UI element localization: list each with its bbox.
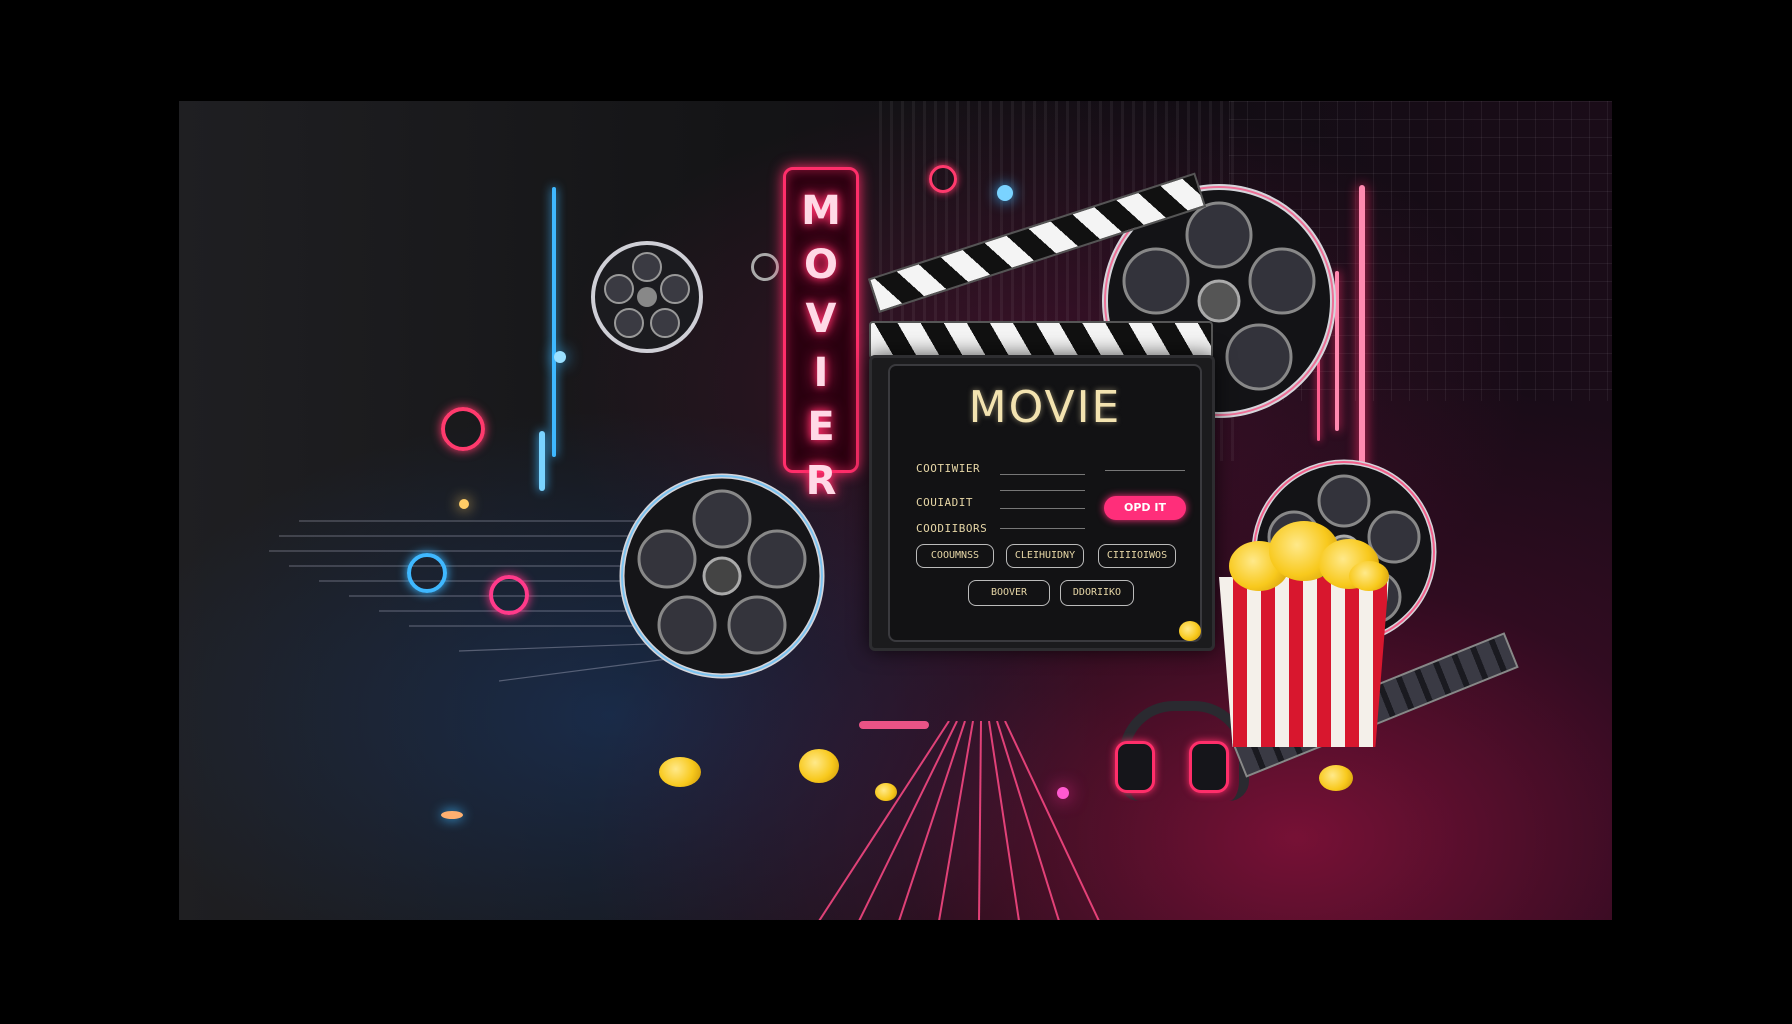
light-dot bbox=[997, 185, 1013, 201]
form-field-line[interactable] bbox=[1000, 508, 1085, 509]
form-label: COUIADIT bbox=[916, 496, 973, 509]
popcorn-kernel bbox=[1179, 621, 1201, 641]
sign-text: MOVIER bbox=[801, 188, 841, 504]
clapperboard-icon: MOVIE COOTIWIER COUIADIT OPD IT COODIIBO… bbox=[867, 172, 1215, 651]
clapper-board: MOVIE COOTIWIER COUIADIT OPD IT COODIIBO… bbox=[869, 355, 1215, 651]
secondary-button[interactable]: DDORIIKO bbox=[1060, 580, 1134, 606]
popcorn-kernel bbox=[799, 749, 839, 783]
light-dot bbox=[554, 351, 566, 363]
neon-bar bbox=[552, 187, 556, 457]
movier-neon-sign: MOVIER bbox=[783, 167, 859, 504]
neon-bar bbox=[539, 431, 545, 491]
popcorn-kernel bbox=[1319, 765, 1353, 791]
ring-icon bbox=[751, 253, 779, 281]
film-reel-icon bbox=[591, 241, 703, 353]
light-dot bbox=[459, 499, 469, 509]
ring-icon bbox=[929, 165, 957, 193]
movie-artwork: MOVIER MOVIE COOTIWIER COUIADIT OPD IT C… bbox=[179, 101, 1612, 920]
option-button[interactable]: CIIIIOIWOS bbox=[1098, 544, 1176, 568]
clapper-top-stripe bbox=[869, 321, 1213, 359]
floor-neon-lines bbox=[818, 721, 1100, 920]
ring-icon bbox=[441, 407, 485, 451]
open-button[interactable]: OPD IT bbox=[1104, 496, 1186, 520]
popcorn-kernel bbox=[659, 757, 701, 787]
popcorn-icon bbox=[1219, 577, 1389, 747]
form-field-line[interactable] bbox=[1105, 470, 1185, 471]
ring-icon bbox=[407, 553, 447, 593]
option-button[interactable]: COOUMNSS bbox=[916, 544, 994, 568]
popcorn-kernel bbox=[875, 783, 897, 801]
popcorn-kernel bbox=[1349, 561, 1389, 591]
form-field-line[interactable] bbox=[1000, 528, 1085, 529]
form-field-line[interactable] bbox=[1000, 490, 1085, 491]
discover-button[interactable]: BOOVER bbox=[968, 580, 1050, 606]
form-label: COOTIWIER bbox=[916, 462, 981, 475]
form-field-line[interactable] bbox=[1000, 474, 1085, 475]
light-dot bbox=[1057, 787, 1069, 799]
headphone-cup bbox=[1115, 741, 1155, 793]
film-reel-icon bbox=[619, 473, 825, 679]
form-label: COODIIBORS bbox=[916, 522, 988, 535]
option-button[interactable]: CLEIHUIDNY bbox=[1006, 544, 1084, 568]
headphone-cup bbox=[1189, 741, 1229, 793]
board-screen: MOVIE COOTIWIER COUIADIT OPD IT COODIIBO… bbox=[888, 364, 1202, 642]
light-dot bbox=[441, 811, 463, 819]
ring-icon bbox=[489, 575, 529, 615]
screen-title: MOVIE bbox=[968, 382, 1122, 433]
